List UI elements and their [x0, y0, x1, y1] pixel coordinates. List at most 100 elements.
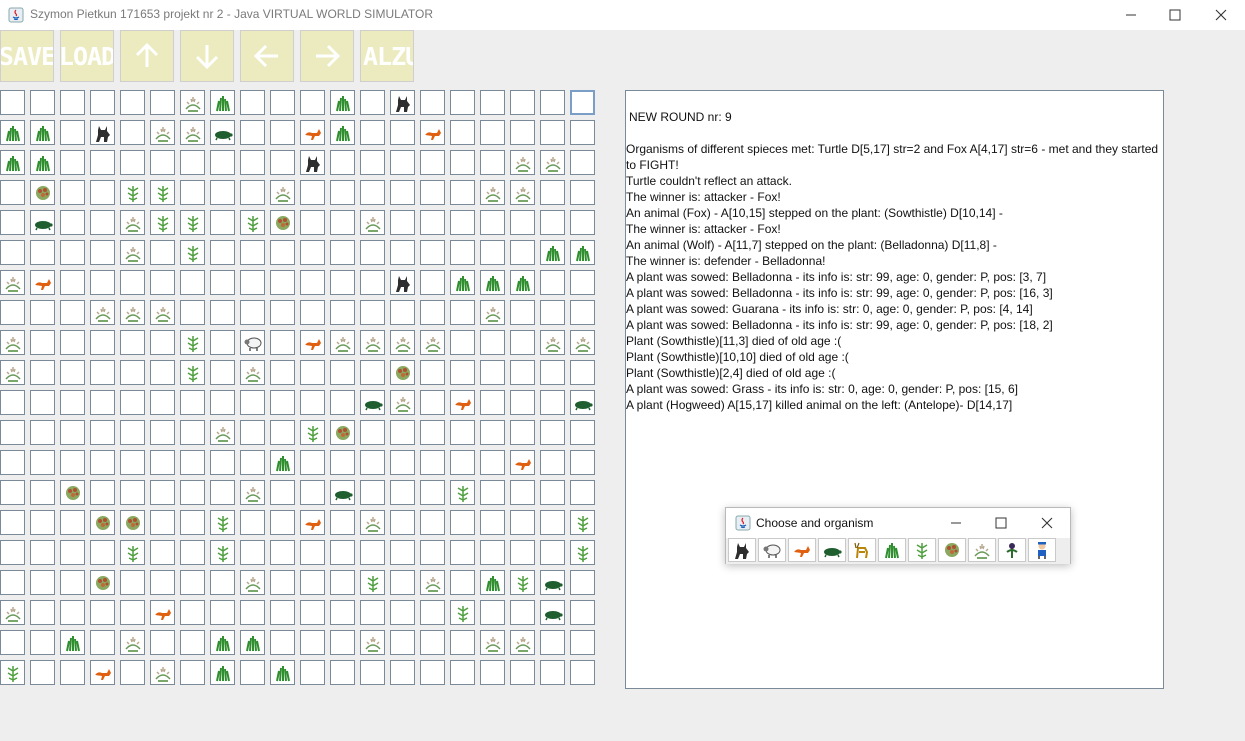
board-cell-face[interactable] — [420, 300, 445, 325]
board-cell[interactable] — [150, 510, 180, 540]
board-cell[interactable] — [390, 240, 420, 270]
board-cell-face[interactable] — [480, 90, 505, 115]
board-cell-face[interactable] — [240, 120, 265, 145]
board-cell[interactable] — [240, 330, 270, 360]
board-cell-face[interactable] — [450, 120, 475, 145]
board-cell[interactable] — [420, 360, 450, 390]
board-cell-face[interactable] — [510, 180, 535, 205]
board-cell[interactable] — [120, 180, 150, 210]
board-cell-face[interactable] — [360, 600, 385, 625]
choose-human-button[interactable] — [1028, 538, 1056, 562]
board-cell[interactable] — [30, 420, 60, 450]
board-cell-face[interactable] — [180, 210, 205, 235]
choose-wolf-button[interactable] — [728, 538, 756, 562]
board-cell-face[interactable] — [180, 450, 205, 475]
board-cell[interactable] — [330, 390, 360, 420]
board-cell[interactable] — [330, 240, 360, 270]
board-cell-face[interactable] — [510, 210, 535, 235]
board-cell[interactable] — [0, 300, 30, 330]
board-cell-face[interactable] — [180, 480, 205, 505]
board-cell-face[interactable] — [570, 360, 595, 385]
board-cell-face[interactable] — [150, 330, 175, 355]
board-cell-face[interactable] — [240, 510, 265, 535]
board-cell[interactable] — [90, 570, 120, 600]
board-cell[interactable] — [240, 360, 270, 390]
board-cell[interactable] — [480, 630, 510, 660]
board-cell-face[interactable] — [90, 450, 115, 475]
choose-guarana-button[interactable] — [938, 538, 966, 562]
board-cell-face[interactable] — [180, 390, 205, 415]
board-cell[interactable] — [270, 600, 300, 630]
board-cell[interactable] — [330, 330, 360, 360]
board-cell-face[interactable] — [60, 420, 85, 445]
board-cell[interactable] — [0, 210, 30, 240]
board-cell-face[interactable] — [510, 420, 535, 445]
board-cell-face[interactable] — [90, 120, 115, 145]
alzur-shield-button[interactable]: ALZUR — [360, 30, 414, 82]
board-cell-face[interactable] — [450, 420, 475, 445]
board-cell[interactable] — [330, 120, 360, 150]
board-cell-face[interactable] — [90, 600, 115, 625]
board-cell[interactable] — [540, 540, 570, 570]
board-cell-face[interactable] — [30, 270, 55, 295]
board-cell[interactable] — [300, 510, 330, 540]
board-cell[interactable] — [390, 420, 420, 450]
board-cell-face[interactable] — [360, 300, 385, 325]
board-cell[interactable] — [120, 270, 150, 300]
board-cell[interactable] — [480, 510, 510, 540]
board-cell-face[interactable] — [450, 210, 475, 235]
board-cell-face[interactable] — [60, 90, 85, 115]
board-cell[interactable] — [240, 150, 270, 180]
board-cell[interactable] — [120, 540, 150, 570]
board-cell-face[interactable] — [480, 510, 505, 535]
board-cell[interactable] — [180, 540, 210, 570]
board-cell-face[interactable] — [120, 630, 145, 655]
board-cell[interactable] — [480, 660, 510, 690]
board-cell-face[interactable] — [480, 210, 505, 235]
board-cell[interactable] — [450, 150, 480, 180]
board-cell[interactable] — [0, 360, 30, 390]
board-cell-face[interactable] — [30, 570, 55, 595]
board-cell-face[interactable] — [120, 600, 145, 625]
board-cell-face[interactable] — [420, 360, 445, 385]
board-cell-face[interactable] — [570, 300, 595, 325]
board-cell-face[interactable] — [300, 180, 325, 205]
board-cell[interactable] — [180, 570, 210, 600]
board-cell-face[interactable] — [30, 240, 55, 265]
board-cell[interactable] — [540, 510, 570, 540]
board-cell[interactable] — [330, 660, 360, 690]
board-cell-face[interactable] — [330, 240, 355, 265]
board-cell[interactable] — [450, 300, 480, 330]
board-cell[interactable] — [330, 90, 360, 120]
board-cell[interactable] — [510, 390, 540, 420]
board-cell[interactable] — [510, 210, 540, 240]
board-cell[interactable] — [570, 420, 600, 450]
board-cell-face[interactable] — [30, 330, 55, 355]
board-cell[interactable] — [60, 150, 90, 180]
board-cell[interactable] — [270, 390, 300, 420]
board-cell-face[interactable] — [480, 150, 505, 175]
board-cell[interactable] — [90, 390, 120, 420]
board-cell[interactable] — [150, 570, 180, 600]
board-cell[interactable] — [510, 630, 540, 660]
board-cell-face[interactable] — [150, 540, 175, 565]
board-cell-face[interactable] — [0, 180, 25, 205]
board-cell[interactable] — [510, 480, 540, 510]
board-cell-face[interactable] — [180, 510, 205, 535]
board-cell-face[interactable] — [390, 180, 415, 205]
board-cell-face[interactable] — [270, 660, 295, 685]
board-cell[interactable] — [330, 450, 360, 480]
board-cell-face[interactable] — [60, 540, 85, 565]
board-cell[interactable] — [390, 540, 420, 570]
board-cell-face[interactable] — [390, 420, 415, 445]
board-cell-face[interactable] — [150, 240, 175, 265]
board-cell[interactable] — [390, 330, 420, 360]
board-cell[interactable] — [420, 450, 450, 480]
board-cell-face[interactable] — [480, 270, 505, 295]
board-cell-face[interactable] — [570, 180, 595, 205]
board-cell-face[interactable] — [60, 330, 85, 355]
board-cell[interactable] — [0, 600, 30, 630]
board-cell-face[interactable] — [540, 480, 565, 505]
board-cell-face[interactable] — [120, 510, 145, 535]
board-cell[interactable] — [270, 570, 300, 600]
